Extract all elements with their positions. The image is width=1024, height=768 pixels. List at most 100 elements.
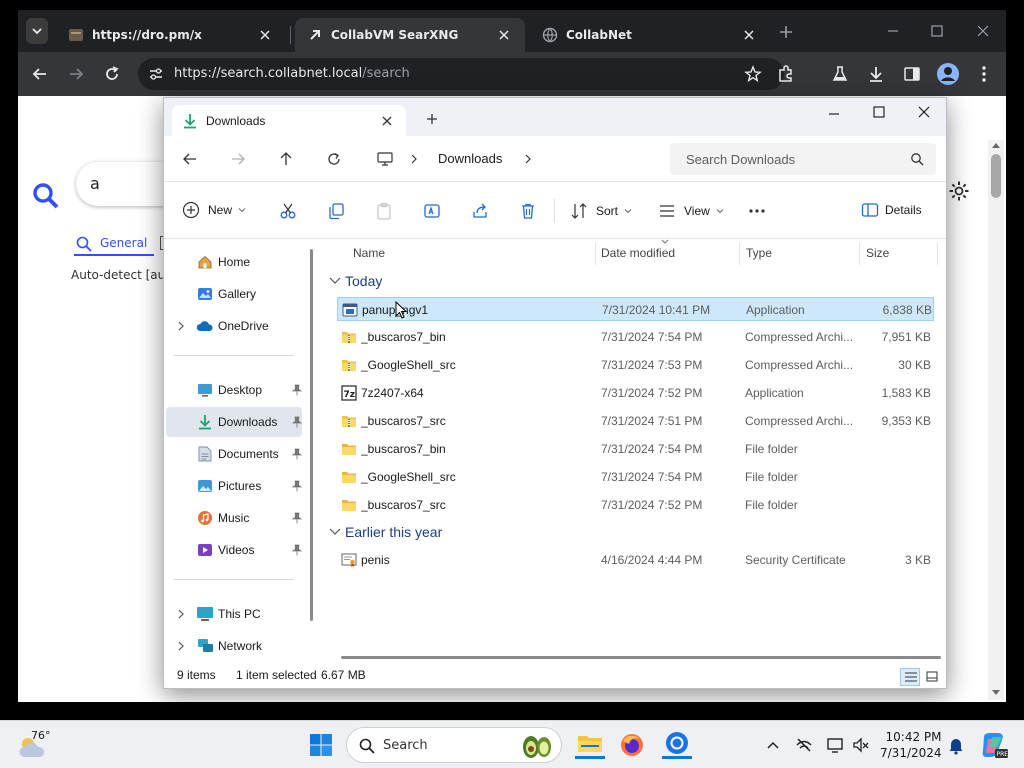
search-downloads-input[interactable]: Search Downloads: [670, 143, 936, 175]
details-view-button[interactable]: [900, 668, 920, 686]
sort-button[interactable]: Sort: [570, 202, 632, 220]
clock[interactable]: 10:42 PM 7/31/2024: [880, 729, 942, 761]
searxng-logo-icon[interactable]: [32, 182, 60, 210]
network-disconnected-icon[interactable]: [795, 736, 813, 754]
close-icon[interactable]: [740, 26, 758, 44]
nav-item-downloads[interactable]: Downloads: [166, 407, 302, 437]
nav-item-desktop[interactable]: Desktop: [166, 375, 302, 405]
address-bar[interactable]: https://search.collabnet.local/search: [138, 58, 784, 90]
scrollbar-thumb[interactable]: [991, 154, 1001, 198]
weather-widget[interactable]: 76°: [18, 729, 78, 761]
volume-muted-icon[interactable]: [852, 736, 870, 754]
rename-icon[interactable]: [423, 202, 441, 220]
nav-scrollbar[interactable]: [310, 249, 313, 621]
file-row[interactable]: panup_ngv1 7/31/2024 10:41 PM Application 6…: [337, 297, 934, 321]
pin-icon[interactable]: [292, 448, 302, 460]
tiles-view-icon[interactable]: [926, 671, 938, 683]
cut-icon[interactable]: [279, 202, 297, 220]
taskbar-chrome[interactable]: [662, 729, 692, 759]
nav-item-documents[interactable]: Documents: [166, 439, 302, 469]
file-row[interactable]: _buscaros7_bin 7/31/2024 7:54 PM Compresse…: [337, 325, 934, 349]
side-panel-icon[interactable]: [902, 64, 922, 84]
file-row[interactable]: penis 4/16/2024 4:44 PM Security Certifica…: [337, 548, 934, 572]
gear-icon[interactable]: [948, 180, 970, 202]
group-header-today[interactable]: Today: [329, 273, 382, 289]
pin-icon[interactable]: [292, 384, 302, 396]
up-button[interactable]: [275, 148, 297, 170]
labs-flask-icon[interactable]: [830, 64, 850, 84]
menu-dots-icon[interactable]: [974, 64, 994, 84]
delete-trash-icon[interactable]: [519, 202, 537, 220]
pin-icon[interactable]: [292, 416, 302, 428]
nav-item-this-pc[interactable]: This PC: [166, 599, 302, 629]
minimize-icon[interactable]: [826, 106, 842, 122]
nav-item-gallery[interactable]: Gallery: [166, 279, 302, 309]
nav-item-home[interactable]: Home: [166, 247, 302, 277]
file-row[interactable]: _buscaros7_src 7/31/2024 7:52 PM File fold…: [337, 493, 934, 517]
more-options-icon[interactable]: [748, 203, 766, 219]
tab-dro[interactable]: https://dro.pm/x: [56, 18, 286, 52]
tab-searxng[interactable]: CollabVM SearXNG: [295, 18, 525, 52]
nav-item-videos[interactable]: Videos: [166, 535, 302, 565]
forward-arrow-icon[interactable]: [66, 64, 86, 84]
nav-item-network[interactable]: Network: [166, 631, 302, 661]
close-window-icon[interactable]: [916, 104, 932, 120]
copilot-icon[interactable]: PRE: [980, 731, 1008, 759]
close-window-icon[interactable]: [974, 22, 992, 40]
autodetect-language[interactable]: Auto-detect [aut: [71, 268, 170, 282]
pin-icon[interactable]: [292, 512, 302, 524]
taskbar-search[interactable]: Search: [346, 727, 562, 763]
file-row[interactable]: 7z 7z2407-x64 7/31/2024 7:52 PM Application…: [337, 381, 934, 405]
pc-icon[interactable]: [374, 148, 396, 170]
start-button[interactable]: [307, 731, 335, 759]
maximize-icon[interactable]: [871, 104, 887, 120]
new-tab-icon[interactable]: [778, 24, 794, 40]
tab-collabnet[interactable]: CollabNet: [530, 18, 770, 52]
expand-chevron-icon[interactable]: [176, 609, 186, 619]
chevron-right-icon[interactable]: [410, 154, 418, 164]
notification-bell-icon[interactable]: [948, 735, 964, 755]
nav-item-pictures[interactable]: Pictures: [166, 471, 302, 501]
nav-item-music[interactable]: Music: [166, 503, 302, 533]
new-button[interactable]: New: [182, 201, 246, 219]
scroll-up-icon[interactable]: [992, 142, 1000, 148]
taskbar-file-explorer[interactable]: [575, 729, 605, 759]
back-arrow-icon[interactable]: [30, 64, 50, 84]
forward-button[interactable]: [227, 148, 249, 170]
refresh-button[interactable]: [323, 148, 345, 170]
chevron-right-icon[interactable]: [524, 154, 532, 164]
close-icon[interactable]: [382, 116, 392, 126]
copy-icon[interactable]: [327, 202, 345, 220]
bookmark-star-icon[interactable]: [744, 65, 762, 83]
minimize-icon[interactable]: [884, 22, 902, 40]
reload-icon[interactable]: [102, 64, 122, 84]
display-icon[interactable]: [826, 736, 844, 754]
maximize-icon[interactable]: [928, 22, 946, 40]
group-header-earlier[interactable]: Earlier this year: [329, 524, 442, 540]
file-row[interactable]: _GoogleShell_src 7/31/2024 7:54 PM File fo…: [337, 465, 934, 489]
download-icon[interactable]: [866, 64, 886, 84]
expand-chevron-icon[interactable]: [176, 321, 186, 331]
file-row[interactable]: _buscaros7_bin 7/31/2024 7:54 PM File fold…: [337, 437, 934, 461]
explorer-tab[interactable]: Downloads: [172, 105, 406, 136]
close-icon[interactable]: [256, 26, 274, 44]
paste-icon[interactable]: [375, 202, 393, 220]
details-pane-button[interactable]: Details: [861, 202, 922, 218]
nav-item-onedrive[interactable]: OneDrive: [166, 311, 302, 341]
extensions-icon[interactable]: [776, 64, 796, 84]
horizontal-scrollbar[interactable]: [341, 656, 941, 659]
column-header-name[interactable]: Name: [353, 239, 385, 267]
expand-chevron-icon[interactable]: [176, 641, 186, 651]
close-icon[interactable]: [495, 26, 513, 44]
new-tab-icon[interactable]: [426, 113, 438, 125]
scroll-down-icon[interactable]: [992, 690, 1000, 696]
tray-chevron-up-icon[interactable]: [764, 736, 782, 754]
column-header-type[interactable]: Type: [746, 239, 772, 267]
file-row[interactable]: _GoogleShell_src 7/31/2024 7:53 PM Compres…: [337, 353, 934, 377]
pin-icon[interactable]: [292, 544, 302, 556]
tab-search-button[interactable]: [26, 18, 48, 44]
site-settings-icon[interactable]: [148, 66, 164, 82]
back-button[interactable]: [179, 148, 201, 170]
column-header-size[interactable]: Size: [866, 239, 889, 267]
profile-avatar-icon[interactable]: [936, 62, 960, 86]
